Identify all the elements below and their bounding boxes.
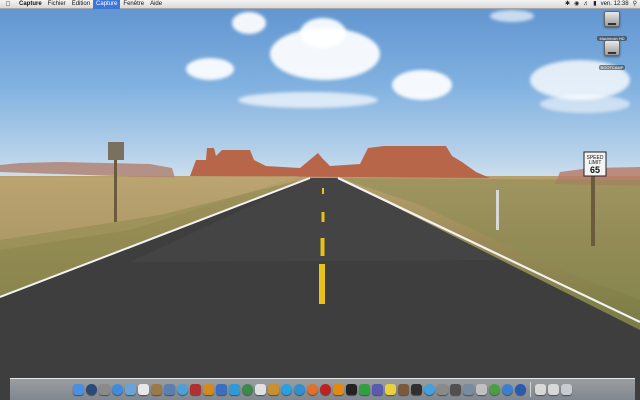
battery-icon[interactable]: ▮ <box>593 0 596 9</box>
dock-imovie-icon[interactable] <box>216 384 227 395</box>
dock-preview-icon[interactable] <box>268 384 279 395</box>
dock-downloads-stack-icon[interactable] <box>548 384 559 395</box>
dock-system-preferences-icon[interactable] <box>99 384 110 395</box>
dock-mail-icon[interactable] <box>125 384 136 395</box>
spotlight-icon[interactable]: ⚲ <box>633 0 637 9</box>
volume-icon[interactable]: ♬ <box>583 0 589 9</box>
dock-firefox-icon[interactable] <box>307 384 318 395</box>
dock-capture-icon[interactable] <box>476 384 487 395</box>
dock-chess-icon[interactable] <box>398 384 409 395</box>
menu-item-fichier[interactable]: Fichier <box>45 0 69 9</box>
menu-item-fenetre[interactable]: Fenêtre <box>120 0 147 9</box>
dock-finder-icon[interactable] <box>73 384 84 395</box>
wifi-icon[interactable]: ◉ <box>574 0 579 9</box>
dock <box>10 378 635 400</box>
dock-itunes-icon[interactable] <box>177 384 188 395</box>
menu-bar:  Capture Fichier Édition Capture Fenêtr… <box>0 0 640 9</box>
hard-drive-icon <box>604 40 620 56</box>
bluetooth-icon[interactable]: ✱ <box>565 0 570 9</box>
dock-time-machine-icon[interactable] <box>242 384 253 395</box>
dock-safari-icon[interactable] <box>112 384 123 395</box>
dock-iweb-icon[interactable] <box>229 384 240 395</box>
dock-calculator-icon[interactable] <box>450 384 461 395</box>
dock-activity-monitor-icon[interactable] <box>359 384 370 395</box>
hard-drive-icon <box>604 11 620 27</box>
dock-app-store-icon[interactable] <box>502 384 513 395</box>
dock-photo-booth-icon[interactable] <box>190 384 201 395</box>
dock-address-book-icon[interactable] <box>151 384 162 395</box>
dock-vlc-icon[interactable] <box>333 384 344 395</box>
dock-dashboard-icon[interactable] <box>86 384 97 395</box>
menu-app-name[interactable]: Capture <box>16 0 45 9</box>
menu-bar-clock[interactable]: ven. 12:38 <box>601 0 629 9</box>
dock-utilities-icon[interactable] <box>437 384 448 395</box>
dock-separator <box>530 382 531 397</box>
dock-chrome-icon[interactable] <box>489 384 500 395</box>
dock-dvd-player-icon[interactable] <box>411 384 422 395</box>
dock-network-icon[interactable] <box>294 384 305 395</box>
dock-disk-utility-icon[interactable] <box>463 384 474 395</box>
dock-ical-icon[interactable] <box>138 384 149 395</box>
desktop-icon-label: BOOTCAMP <box>598 65 626 70</box>
desktop-wallpaper: SPEED LIMIT 65 <box>0 0 640 400</box>
dock-trash-icon[interactable] <box>561 384 572 395</box>
road-scene: SPEED LIMIT 65 <box>0 142 640 400</box>
speed-sign-line3: 65 <box>590 165 600 175</box>
desktop-icon-bootcamp[interactable]: BOOTCAMP <box>594 40 630 74</box>
menu-bar-status-area: ✱ ◉ ♬ ▮ ven. 12:38 ⚲ <box>565 0 640 9</box>
dock-skype-icon[interactable] <box>281 384 292 395</box>
menu-item-edition[interactable]: Édition <box>69 0 93 9</box>
dock-grapher-icon[interactable] <box>372 384 383 395</box>
dock-opera-icon[interactable] <box>320 384 331 395</box>
menu-item-capture[interactable]: Capture <box>93 0 121 9</box>
dock-garageband-icon[interactable] <box>203 384 214 395</box>
dock-textedit-icon[interactable] <box>255 384 266 395</box>
dock-ichat-icon[interactable] <box>424 384 435 395</box>
menu-item-aide[interactable]: Aide <box>147 0 165 9</box>
dock-stickies-icon[interactable] <box>385 384 396 395</box>
dock-documents-stack-icon[interactable] <box>535 384 546 395</box>
dock-iphoto-icon[interactable] <box>164 384 175 395</box>
dock-terminal-icon[interactable] <box>346 384 357 395</box>
dock-quicktime-icon[interactable] <box>515 384 526 395</box>
apple-menu-icon[interactable]:  <box>0 1 16 8</box>
